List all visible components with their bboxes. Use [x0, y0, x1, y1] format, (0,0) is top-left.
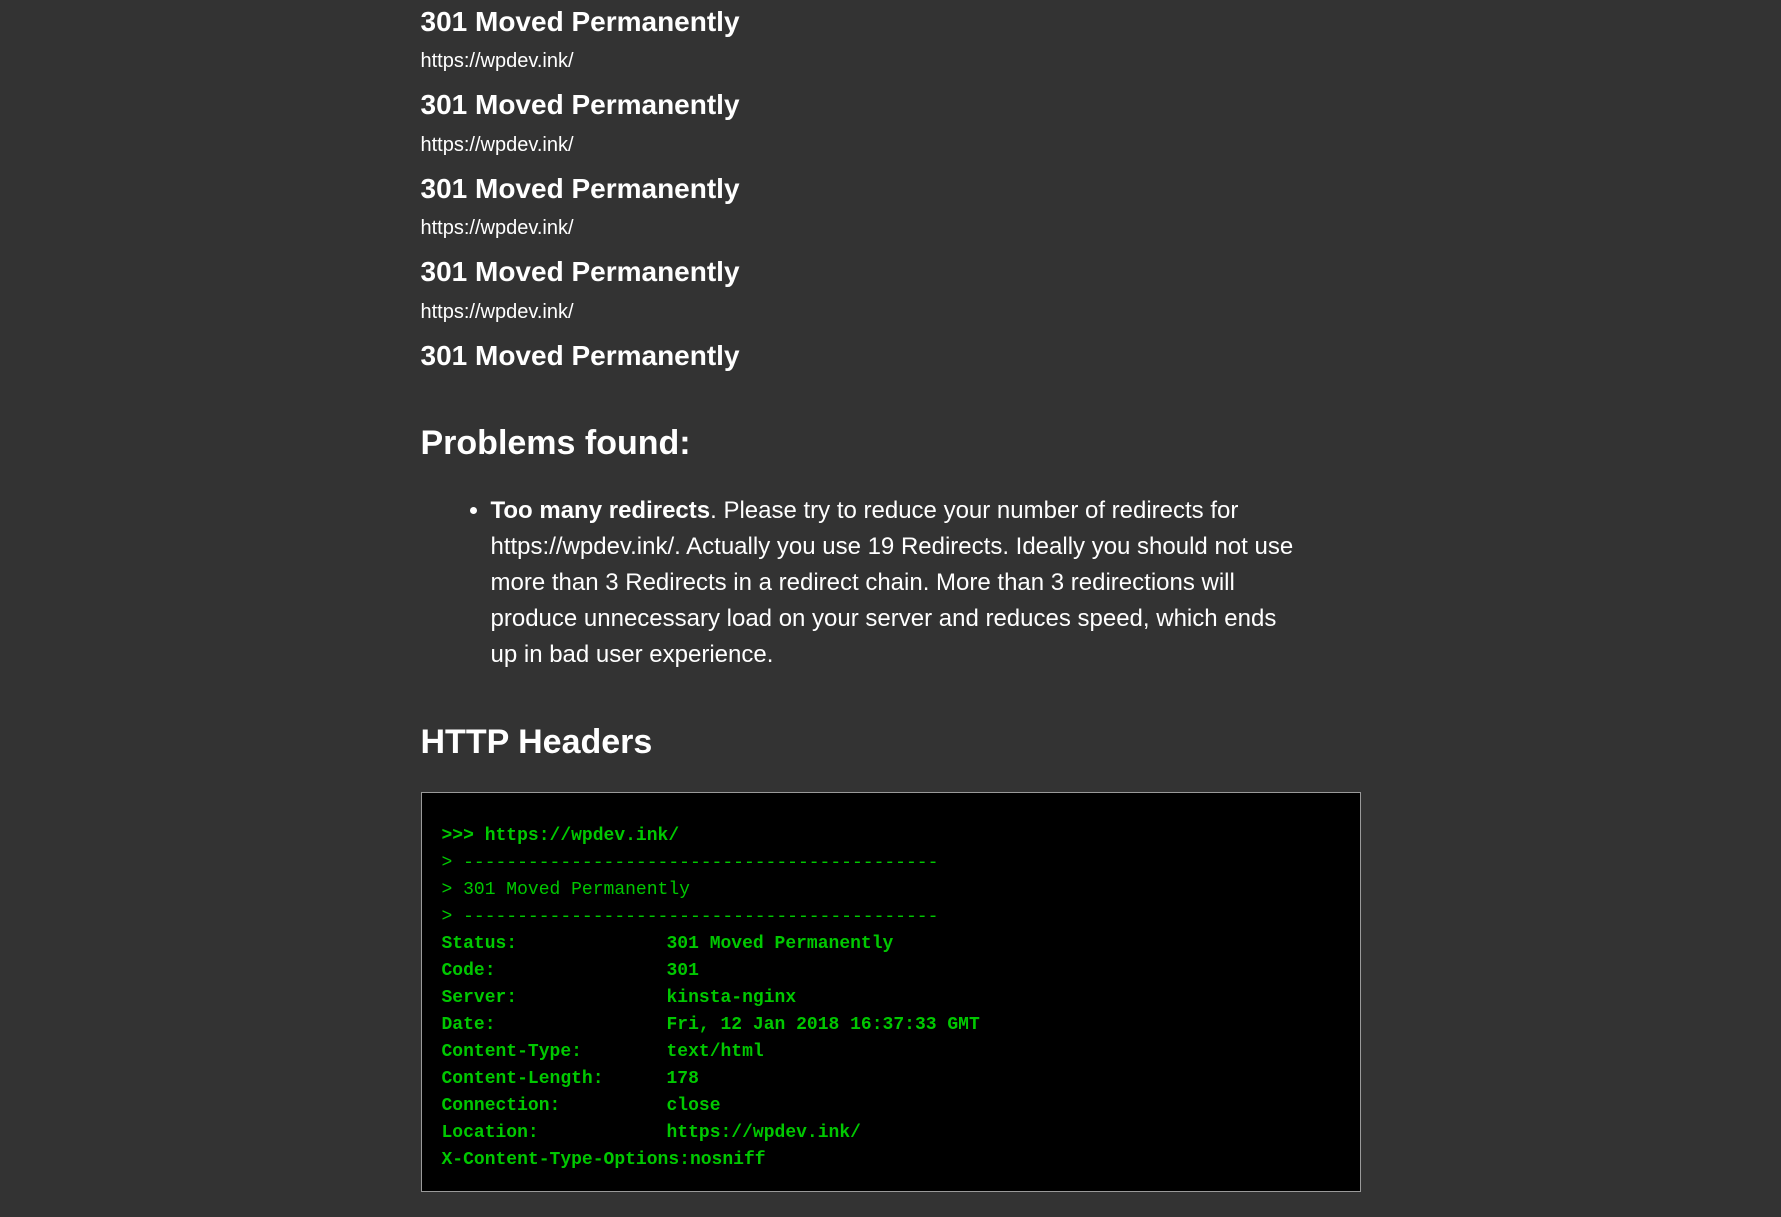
term-kv-value: 178 — [667, 1066, 699, 1093]
term-kv-value: close — [667, 1093, 721, 1120]
problem-label: Too many redirects — [491, 497, 711, 524]
redirect-status: 301 Moved Permanently — [421, 254, 1361, 290]
term-separator: > --------------------------------------… — [442, 850, 1340, 877]
term-kv-value: 301 Moved Permanently — [667, 931, 894, 958]
term-kv-value: 301 — [667, 958, 699, 985]
problems-list: Too many redirects. Please try to reduce… — [421, 493, 1361, 673]
term-last-line: X-Content-Type-Options:nosniff — [442, 1147, 1340, 1174]
term-status-line: > 301 Moved Permanently — [442, 877, 1340, 904]
term-kv-row: Content-Length:178 — [442, 1066, 1340, 1093]
page-content: 301 Moved Permanently https://wpdev.ink/3… — [321, 4, 1461, 1192]
term-kv-key: Content-Length: — [442, 1066, 667, 1093]
term-kv-key: Location: — [442, 1120, 667, 1147]
term-kv-value: kinsta-nginx — [667, 985, 797, 1012]
term-request-line: >>> https://wpdev.ink/ — [442, 823, 1340, 850]
problem-item: Too many redirects. Please try to reduce… — [491, 493, 1361, 673]
term-kv-value: https://wpdev.ink/ — [667, 1120, 861, 1147]
http-headers-heading: HTTP Headers — [421, 723, 1361, 762]
term-kv-key: Status: — [442, 931, 667, 958]
redirect-url: https://wpdev.ink/ — [421, 217, 1361, 240]
redirect-status: 301 Moved Permanently — [421, 4, 1361, 40]
term-kv-value: text/html — [667, 1039, 764, 1066]
redirect-chain: 301 Moved Permanently https://wpdev.ink/3… — [421, 4, 1361, 374]
term-kv-key: Server: — [442, 985, 667, 1012]
redirect-status: 301 Moved Permanently — [421, 171, 1361, 207]
terminal-output[interactable]: >>> https://wpdev.ink/> ----------------… — [422, 793, 1360, 1191]
redirect-status: 301 Moved Permanently — [421, 87, 1361, 123]
term-kv-row: Connection:close — [442, 1093, 1340, 1120]
term-kv-row: Location:https://wpdev.ink/ — [442, 1120, 1340, 1147]
redirect-status: 301 Moved Permanently — [421, 338, 1361, 374]
redirect-url: https://wpdev.ink/ — [421, 301, 1361, 324]
redirect-url: https://wpdev.ink/ — [421, 134, 1361, 157]
problems-heading: Problems found: — [421, 424, 1361, 463]
redirect-url: https://wpdev.ink/ — [421, 50, 1361, 73]
term-kv-key: Code: — [442, 958, 667, 985]
term-kv-key: Content-Type: — [442, 1039, 667, 1066]
term-kv-key: Connection: — [442, 1093, 667, 1120]
term-kv-row: Status:301 Moved Permanently — [442, 931, 1340, 958]
terminal-container: >>> https://wpdev.ink/> ----------------… — [421, 792, 1361, 1192]
term-kv-row: Code:301 — [442, 958, 1340, 985]
term-kv-key: Date: — [442, 1012, 667, 1039]
term-kv-row: Server:kinsta-nginx — [442, 985, 1340, 1012]
term-kv-value: Fri, 12 Jan 2018 16:37:33 GMT — [667, 1012, 980, 1039]
term-separator: > --------------------------------------… — [442, 904, 1340, 931]
term-kv-row: Content-Type:text/html — [442, 1039, 1340, 1066]
term-kv-row: Date:Fri, 12 Jan 2018 16:37:33 GMT — [442, 1012, 1340, 1039]
